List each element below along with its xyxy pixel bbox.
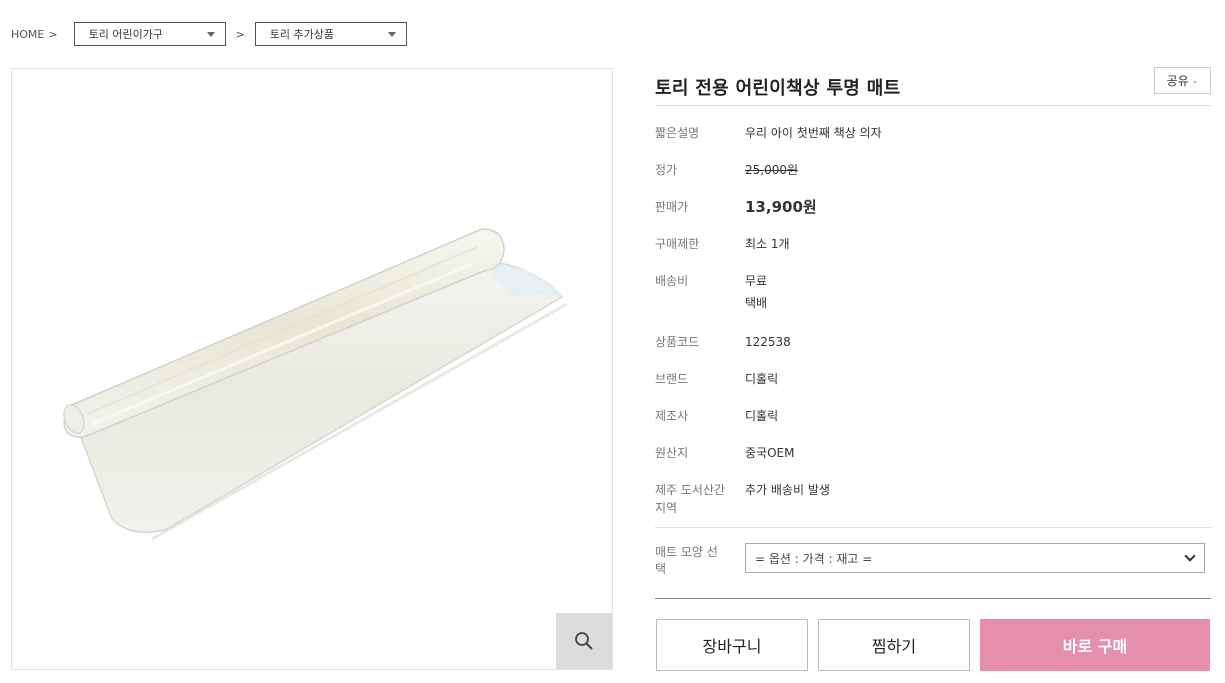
detail-value: 디홀릭 [745, 372, 779, 386]
detail-rows: 짧은설명 우리 아이 첫번째 책상 의자 정가 25,000원 판매가 13,9… [655, 106, 1211, 519]
detail-label: 원산지 [655, 446, 689, 460]
detail-value: 추가 배송비 발생 [745, 483, 830, 497]
option-label-line1: 매트 모양 선 [655, 545, 718, 559]
category-select-secondary-label: 토리 추가상품 [269, 28, 335, 41]
detail-row-origin: 원산지 중국OEM [655, 444, 1211, 481]
detail-value: 중국OEM [745, 446, 795, 460]
share-button[interactable]: 공유 ⌄ [1154, 67, 1211, 94]
wishlist-button[interactable]: 찜하기 [818, 619, 970, 671]
detail-row-manufacturer: 제조사 디홀릭 [655, 407, 1211, 444]
caret-down-icon [206, 31, 215, 37]
shipping-method-value: 택배 [745, 296, 768, 310]
option-select[interactable]: = 옵션 : 가격 : 재고 = [745, 543, 1205, 573]
breadcrumb-separator: > [48, 27, 58, 41]
detail-row-jeju: 제주 도서산간 지역 추가 배송비 발생 [655, 481, 1211, 519]
divider [655, 527, 1211, 528]
detail-row-brand: 브랜드 디홀릭 [655, 370, 1211, 407]
chevron-down-icon [1184, 550, 1196, 562]
list-price-value: 25,000원 [745, 163, 799, 177]
divider [655, 598, 1211, 599]
title-row: 토리 전용 어린이책상 투명 매트 공유 ⌄ [655, 67, 1211, 106]
product-image [11, 68, 613, 670]
breadcrumb: HOME > 토리 어린이가구 > 토리 추가상품 [11, 22, 407, 46]
detail-value: 122538 [745, 335, 791, 349]
detail-label: 브랜드 [655, 372, 689, 386]
detail-label: 판매가 [655, 200, 689, 214]
search-icon [575, 632, 593, 650]
breadcrumb-home-link[interactable]: HOME [11, 28, 44, 41]
category-select-secondary[interactable]: 토리 추가상품 [254, 22, 407, 46]
detail-row-purchase-limit: 구매제한 최소 1개 [655, 235, 1211, 272]
action-buttons: 장바구니 찜하기 바로 구매 [656, 619, 1210, 671]
option-row: 매트 모양 선 택 = 옵션 : 가격 : 재고 = [655, 543, 1205, 578]
detail-label: 제주 도서산간 지역 [655, 481, 745, 519]
option-label-line2: 택 [655, 562, 667, 576]
detail-label: 배송비 [655, 274, 689, 288]
breadcrumb-separator: > [235, 27, 245, 41]
product-photo-mat-roll [63, 228, 568, 541]
detail-label: 짧은설명 [655, 126, 700, 140]
share-label: 공유 [1166, 74, 1189, 88]
detail-value: 우리 아이 첫번째 책상 의자 [745, 126, 882, 140]
add-to-cart-button[interactable]: 장바구니 [656, 619, 808, 671]
caret-down-icon [387, 31, 396, 37]
detail-label: 제조사 [655, 409, 689, 423]
detail-value: 디홀릭 [745, 409, 779, 423]
category-select-primary[interactable]: 토리 어린이가구 [73, 22, 226, 46]
detail-row-list-price: 정가 25,000원 [655, 161, 1211, 198]
jeju-label-line2: 지역 [655, 501, 678, 515]
jeju-label-line1: 제주 도서산간 [655, 483, 726, 497]
detail-value: 최소 1개 [745, 237, 790, 251]
detail-label: 상품코드 [655, 335, 700, 349]
option-select-value: = 옵션 : 가격 : 재고 = [755, 551, 873, 566]
detail-row-shipping: 배송비 무료 택배 [655, 272, 1211, 333]
detail-row-sale-price: 판매가 13,900원 [655, 198, 1211, 235]
chevron-down-icon: ⌄ [1191, 76, 1199, 85]
detail-value: 무료 택배 [745, 272, 767, 333]
zoom-button[interactable] [556, 613, 612, 669]
sale-price-value: 13,900원 [745, 198, 817, 216]
detail-row-short-desc: 짧은설명 우리 아이 첫번째 책상 의자 [655, 124, 1211, 161]
detail-row-product-code: 상품코드 122538 [655, 333, 1211, 370]
shipping-fee-value: 무료 [745, 274, 768, 288]
detail-label: 구매제한 [655, 237, 700, 251]
product-info: 토리 전용 어린이책상 투명 매트 공유 ⌄ 짧은설명 우리 아이 첫번째 책상… [655, 67, 1211, 519]
option-label: 매트 모양 선 택 [655, 544, 745, 578]
detail-label: 정가 [655, 163, 678, 177]
product-title: 토리 전용 어린이책상 투명 매트 [655, 77, 901, 99]
buy-now-button[interactable]: 바로 구매 [980, 619, 1210, 671]
category-select-primary-label: 토리 어린이가구 [88, 28, 163, 41]
